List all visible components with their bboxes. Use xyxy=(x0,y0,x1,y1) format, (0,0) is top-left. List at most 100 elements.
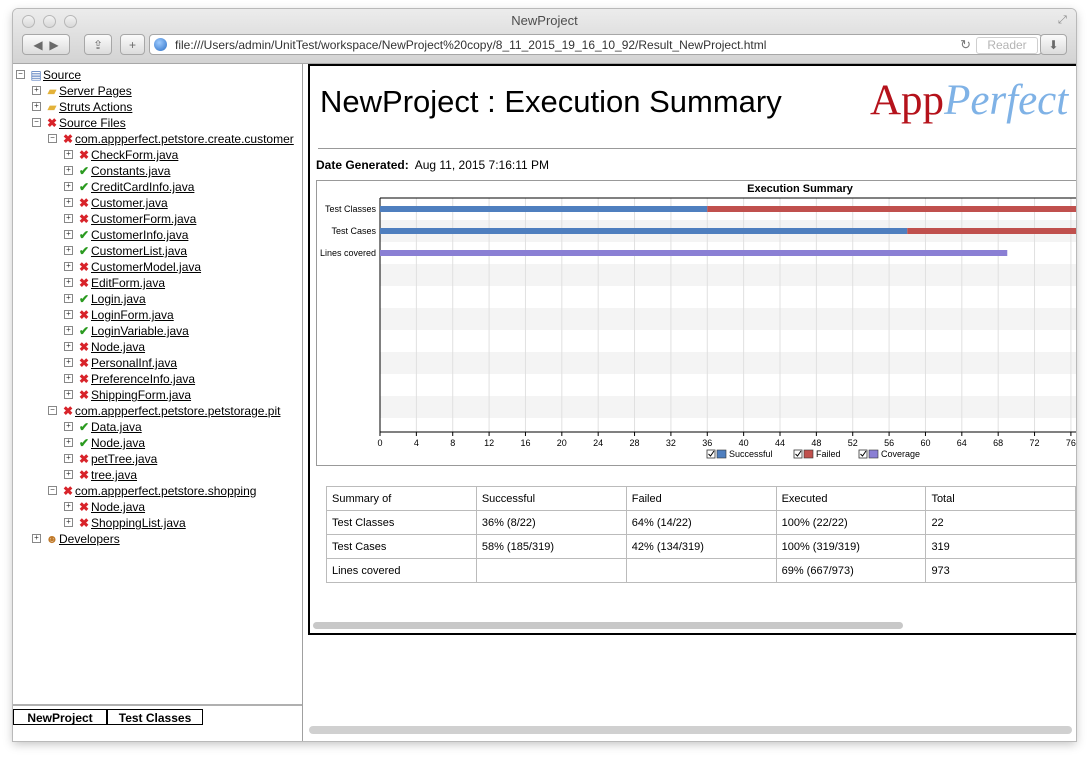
tree-node-struts-actions[interactable]: + ▰ Struts Actions xyxy=(32,98,132,114)
tree-node-file[interactable]: + ✔ Login.java xyxy=(64,290,146,306)
tree-label[interactable]: Data.java xyxy=(91,420,142,434)
tree-label[interactable]: EditForm.java xyxy=(91,276,165,290)
tree-label[interactable]: LoginVariable.java xyxy=(91,324,189,338)
tree-node-file[interactable]: + ✖ ShoppingList.java xyxy=(64,514,186,530)
tree-node-file[interactable]: + ✔ CreditCardInfo.java xyxy=(64,178,194,194)
back-forward-buttons[interactable]: ◀ ▶ xyxy=(22,34,70,55)
collapse-icon[interactable]: − xyxy=(48,486,57,496)
tree-label[interactable]: tree.java xyxy=(91,468,137,482)
fullscreen-icon[interactable]: ⤢ xyxy=(1058,14,1070,26)
expand-icon[interactable]: + xyxy=(64,262,73,272)
expand-icon[interactable]: + xyxy=(64,278,73,288)
tree-label[interactable]: Node.java xyxy=(91,436,145,450)
collapse-icon[interactable]: − xyxy=(48,134,57,144)
tree-label[interactable]: CustomerList.java xyxy=(91,244,187,258)
reader-button[interactable]: Reader xyxy=(976,37,1038,54)
share-button[interactable]: ⇪ xyxy=(84,34,112,55)
tree-label[interactable]: CheckForm.java xyxy=(91,148,178,162)
tree-label[interactable]: CreditCardInfo.java xyxy=(91,180,194,194)
expand-icon[interactable]: + xyxy=(64,374,73,384)
tree-node-developers[interactable]: + ☻Developers xyxy=(32,530,120,546)
tab-newproject[interactable]: NewProject xyxy=(13,709,107,725)
tree-node-server-pages[interactable]: + ▰ Server Pages xyxy=(32,82,132,98)
tree-node-file[interactable]: + ✔ LoginVariable.java xyxy=(64,322,189,338)
reload-icon[interactable]: ↻ xyxy=(960,37,971,53)
tree-node-file[interactable]: + ✖ CheckForm.java xyxy=(64,146,178,162)
expand-icon[interactable]: + xyxy=(64,198,73,208)
tree-label[interactable]: Node.java xyxy=(91,340,145,354)
tree-node-file[interactable]: + ✖ CustomerForm.java xyxy=(64,210,196,226)
expand-icon[interactable]: + xyxy=(32,534,41,544)
tree-node-file[interactable]: + ✖ ShippingForm.java xyxy=(64,386,191,402)
tree-label[interactable]: com.appperfect.petstore.create.customer xyxy=(75,132,294,146)
tree-node-package[interactable]: − ✖ com.appperfect.petstore.create.custome… xyxy=(48,130,294,146)
tree-node-file[interactable]: + ✔ Node.java xyxy=(64,434,145,450)
expand-icon[interactable]: + xyxy=(64,246,73,256)
tree-label[interactable]: Source xyxy=(43,68,81,82)
collapse-icon[interactable]: − xyxy=(16,70,25,80)
tree-node-file[interactable]: + ✔ CustomerList.java xyxy=(64,242,187,258)
expand-icon[interactable]: + xyxy=(64,294,73,304)
tree-label[interactable]: ShoppingList.java xyxy=(91,516,186,530)
new-tab-button[interactable]: + xyxy=(120,34,145,55)
tree-node-file[interactable]: + ✖ EditForm.java xyxy=(64,274,165,290)
downloads-button[interactable]: ⬇ xyxy=(1040,34,1067,55)
expand-icon[interactable]: + xyxy=(32,102,41,112)
forward-icon[interactable]: ▶ xyxy=(49,38,58,52)
tree-label[interactable]: CustomerInfo.java xyxy=(91,228,188,242)
tree-label[interactable]: Developers xyxy=(59,532,120,546)
tree-label[interactable]: petTree.java xyxy=(91,452,157,466)
collapse-icon[interactable]: − xyxy=(32,118,41,128)
tree-node-file[interactable]: + ✖ PersonalInf.java xyxy=(64,354,177,370)
tree-node-file[interactable]: + ✔ Constants.java xyxy=(64,162,170,178)
address-bar[interactable]: file:///Users/admin/UnitTest/workspace/N… xyxy=(149,34,1042,55)
expand-icon[interactable]: + xyxy=(64,182,73,192)
tree-node-file[interactable]: + ✖ LoginForm.java xyxy=(64,306,174,322)
expand-icon[interactable]: + xyxy=(64,150,73,160)
tree-label[interactable]: com.appperfect.petstore.petstorage.pit xyxy=(75,404,280,418)
expand-icon[interactable]: + xyxy=(64,518,73,528)
tree-node-file[interactable]: + ✔ CustomerInfo.java xyxy=(64,226,188,242)
tree-label[interactable]: PreferenceInfo.java xyxy=(91,372,195,386)
expand-icon[interactable]: + xyxy=(64,502,73,512)
tree-node-file[interactable]: + ✖ tree.java xyxy=(64,466,137,482)
expand-icon[interactable]: + xyxy=(64,438,73,448)
tree-label[interactable]: Customer.java xyxy=(91,196,168,210)
tree-label[interactable]: Constants.java xyxy=(91,164,170,178)
tree-node-file[interactable]: + ✖ petTree.java xyxy=(64,450,157,466)
tree-node-source-files[interactable]: − ✖ Source Files xyxy=(32,114,126,130)
expand-icon[interactable]: + xyxy=(64,166,73,176)
tree-label[interactable]: Login.java xyxy=(91,292,146,306)
bottom-scrollbar[interactable] xyxy=(309,726,1072,734)
expand-icon[interactable]: + xyxy=(64,422,73,432)
tree-label[interactable]: ShippingForm.java xyxy=(91,388,191,402)
tree-node-package[interactable]: − ✖ com.appperfect.petstore.shopping xyxy=(48,482,256,498)
expand-icon[interactable]: + xyxy=(64,342,73,352)
tree-label[interactable]: com.appperfect.petstore.shopping xyxy=(75,484,256,498)
tree-label[interactable]: CustomerModel.java xyxy=(91,260,201,274)
tree-node-file[interactable]: + ✖ CustomerModel.java xyxy=(64,258,201,274)
tab-test-classes[interactable]: Test Classes xyxy=(107,709,203,725)
tree-label[interactable]: Server Pages xyxy=(59,84,132,98)
expand-icon[interactable]: + xyxy=(64,470,73,480)
expand-icon[interactable]: + xyxy=(64,358,73,368)
tree-label[interactable]: LoginForm.java xyxy=(91,308,174,322)
tree-node-file[interactable]: + ✔ Data.java xyxy=(64,418,142,434)
tree-label[interactable]: Node.java xyxy=(91,500,145,514)
expand-icon[interactable]: + xyxy=(64,310,73,320)
url-text[interactable]: file:///Users/admin/UnitTest/workspace/N… xyxy=(175,38,766,52)
tree-node-file[interactable]: + ✖ PreferenceInfo.java xyxy=(64,370,195,386)
tree-label[interactable]: Struts Actions xyxy=(59,100,132,114)
expand-icon[interactable]: + xyxy=(64,214,73,224)
expand-icon[interactable]: + xyxy=(64,326,73,336)
expand-icon[interactable]: + xyxy=(32,86,41,96)
horizontal-scrollbar[interactable] xyxy=(313,622,903,629)
back-icon[interactable]: ◀ xyxy=(33,38,42,52)
expand-icon[interactable]: + xyxy=(64,454,73,464)
tree-node-file[interactable]: + ✖ Customer.java xyxy=(64,194,168,210)
tree-label[interactable]: CustomerForm.java xyxy=(91,212,196,226)
tree-node-package[interactable]: − ✖ com.appperfect.petstore.petstorage.pit xyxy=(48,402,280,418)
collapse-icon[interactable]: − xyxy=(48,406,57,416)
tree-label[interactable]: Source Files xyxy=(59,116,126,130)
tree-node-source[interactable]: − ▤Source xyxy=(16,66,81,82)
